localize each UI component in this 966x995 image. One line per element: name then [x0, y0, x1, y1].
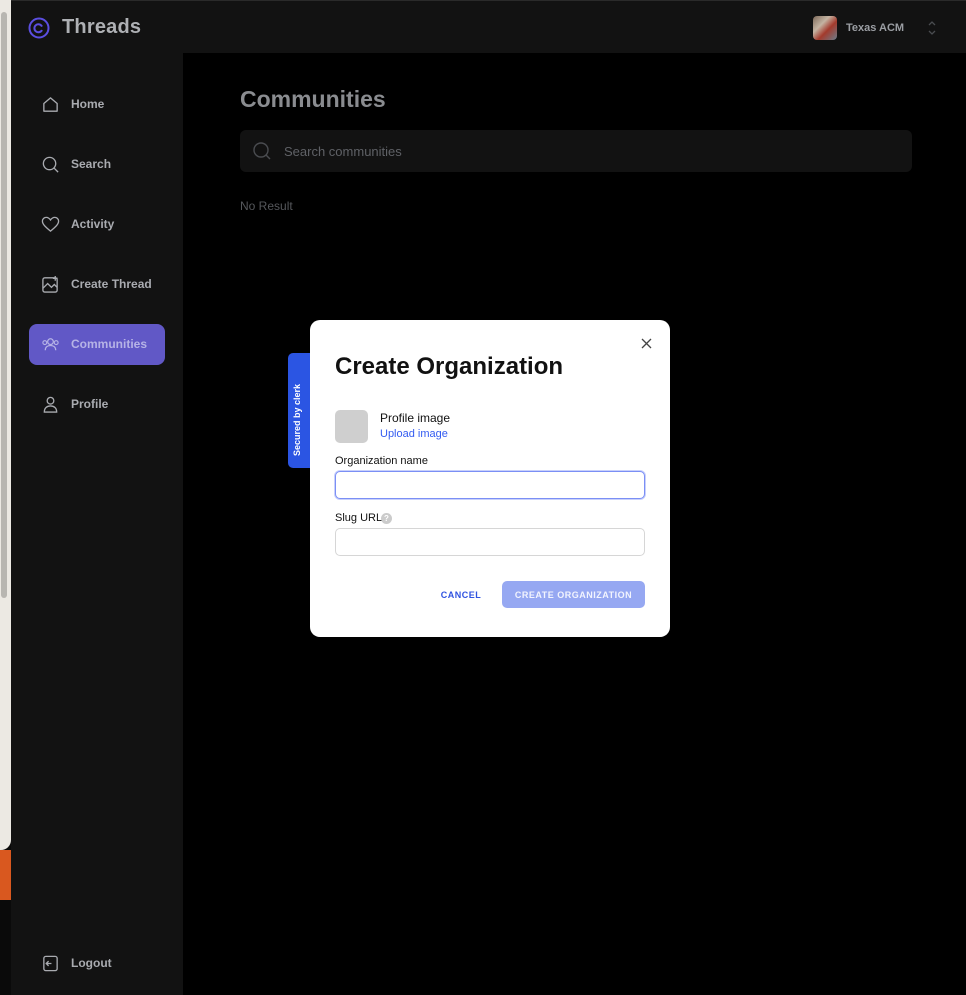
community-search-bar[interactable]: [240, 130, 912, 172]
profile-image-placeholder[interactable]: [335, 410, 368, 443]
help-icon[interactable]: ?: [381, 513, 392, 524]
sidebar-item-activity[interactable]: Activity: [29, 204, 165, 245]
sidebar-item-profile[interactable]: Profile: [29, 384, 165, 425]
sidebar-item-create-thread[interactable]: Create Thread: [29, 264, 165, 305]
sidebar-item-label: Search: [71, 157, 112, 171]
top-bar: Threads Texas ACM: [11, 0, 966, 53]
search-icon: [253, 142, 271, 160]
communities-icon: [42, 338, 59, 351]
sidebar-item-search[interactable]: Search: [29, 144, 165, 185]
search-icon: [42, 156, 59, 173]
empty-state-message: No Result: [240, 199, 293, 213]
left-sidebar: Home Search Activity Create Thread Commu…: [11, 53, 183, 995]
threads-logo-icon[interactable]: [28, 17, 50, 39]
organization-avatar[interactable]: [813, 16, 837, 40]
background-scrollbar: [1, 12, 7, 598]
upload-image-link[interactable]: Upload image: [380, 428, 448, 440]
create-thread-icon: [42, 275, 58, 293]
create-organization-button[interactable]: CREATE ORGANIZATION: [502, 581, 645, 608]
app-title: Threads: [62, 16, 142, 38]
sidebar-item-label: Activity: [71, 217, 115, 231]
page-title: Communities: [240, 86, 386, 112]
cancel-button[interactable]: CANCEL: [428, 582, 494, 607]
logout-label: Logout: [71, 956, 112, 970]
profile-icon: [43, 396, 58, 413]
modal-title: Create Organization: [335, 353, 564, 380]
logout-icon: [43, 955, 58, 972]
sidebar-item-communities[interactable]: Communities: [29, 324, 165, 365]
sidebar-item-label: Create Thread: [71, 277, 152, 291]
sidebar-item-label: Profile: [71, 397, 109, 411]
organization-name[interactable]: Texas ACM: [846, 22, 904, 34]
sidebar-item-home[interactable]: Home: [29, 84, 165, 125]
slug-url-field[interactable]: [335, 528, 645, 556]
home-icon: [43, 97, 58, 112]
search-input[interactable]: [282, 130, 882, 172]
chevron-up-down-icon[interactable]: [927, 18, 937, 38]
logout-button[interactable]: Logout: [29, 943, 165, 984]
sidebar-item-label: Communities: [71, 337, 148, 351]
profile-image-label: Profile image: [380, 411, 451, 425]
secured-by-clerk-text: Secured by clerk: [292, 383, 302, 456]
heart-icon: [41, 216, 60, 233]
organization-name-label: Organization name: [335, 455, 428, 467]
background-window-strip: [0, 850, 11, 900]
organization-name-field[interactable]: [335, 471, 645, 499]
sidebar-item-label: Home: [71, 97, 105, 111]
slug-url-label: Slug URL: [335, 512, 383, 524]
close-icon[interactable]: [640, 337, 653, 350]
